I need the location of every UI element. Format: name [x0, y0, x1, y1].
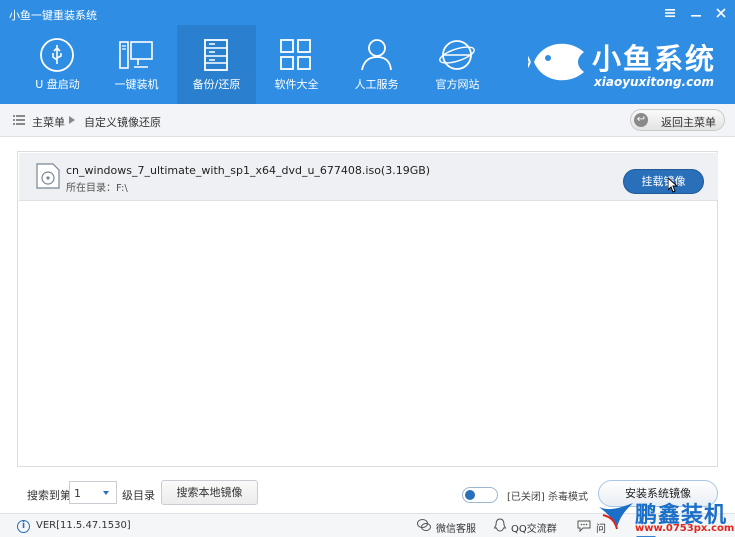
bird-logo-icon: [599, 503, 633, 530]
person-icon: [361, 39, 392, 71]
breadcrumb: 主菜单 自定义镜像还原: [0, 104, 735, 137]
brand-name: 小鱼系统: [592, 42, 717, 76]
kill-mode-label: [已关闭] 杀毒模式: [507, 492, 588, 503]
tab-label: 软件大全: [274, 78, 319, 91]
file-name: cn_windows_7_ultimate_with_sp1_x64_dvd_u…: [66, 164, 431, 177]
watermark-url: www.0753px.com: [635, 523, 735, 534]
back-button-label: 返回主菜单: [661, 116, 716, 129]
mouse-cursor-icon: [668, 178, 678, 193]
usb-icon: [40, 38, 74, 72]
breadcrumb-current: 自定义镜像还原: [84, 116, 161, 129]
tab-label: 备份/还原: [192, 78, 241, 91]
toggle-knob: [465, 490, 475, 500]
chevron-right-icon: [69, 116, 75, 124]
info-icon: i: [17, 520, 30, 533]
tab-u-disk-boot[interactable]: U 盘启动: [18, 25, 97, 104]
directory-level-select[interactable]: 1: [69, 481, 117, 504]
tab-label: 官方网站: [435, 78, 480, 91]
list-item[interactable]: cn_windows_7_ultimate_with_sp1_x64_dvd_u…: [19, 153, 718, 201]
wechat-icon: [417, 519, 431, 531]
tab-one-click-install[interactable]: 一键装机: [97, 25, 176, 104]
kill-mode-toggle[interactable]: [462, 487, 498, 503]
search-suffix-label: 级目录: [122, 489, 155, 502]
grid-apps-icon: [280, 39, 311, 70]
qq-group-link[interactable]: QQ交流群: [511, 520, 557, 535]
app-title: 小鱼一键重装系统: [9, 9, 97, 22]
watermark: 鹏鑫装机网 www.0753px.com: [597, 497, 735, 537]
breadcrumb-main-menu[interactable]: 主菜单: [32, 114, 65, 130]
search-local-image-button[interactable]: 搜索本地镜像: [161, 480, 258, 505]
globe-icon: [439, 40, 475, 70]
brand-url: xiaoyuxitong.com: [594, 75, 714, 89]
disc-image-icon: [36, 163, 60, 189]
close-icon[interactable]: [714, 6, 728, 20]
chat-bubble-icon: [577, 520, 591, 532]
tab-manual-service[interactable]: 人工服务: [337, 25, 416, 104]
tab-backup-restore[interactable]: 备份/还原: [177, 25, 256, 104]
tab-official-site[interactable]: 官方网站: [418, 25, 497, 104]
version-label: VER[11.5.47.1530]: [36, 520, 131, 531]
computer-icon: [119, 41, 153, 69]
image-list-panel: cn_windows_7_ultimate_with_sp1_x64_dvd_u…: [17, 151, 718, 467]
back-to-main-button[interactable]: ↩ 返回主菜单: [630, 109, 725, 131]
back-arrow-icon: ↩: [634, 113, 648, 127]
tab-label: U 盘启动: [35, 78, 80, 91]
brand-logo: 小鱼系统 xiaoyuxitong.com: [528, 32, 723, 96]
server-icon: [204, 39, 228, 71]
fish-icon: [528, 43, 584, 81]
minimize-icon[interactable]: [689, 6, 703, 20]
list-icon: [13, 115, 25, 125]
menu-icon[interactable]: [663, 6, 677, 20]
mount-image-button[interactable]: 挂载镜像: [623, 169, 704, 194]
tab-label: 人工服务: [354, 78, 399, 91]
wechat-support-link[interactable]: 微信客服: [436, 520, 476, 535]
header-bar: 小鱼一键重装系统 U 盘启动 一键装机 备份/还原 软件大全 人工服务 官方网站…: [0, 0, 735, 104]
tab-label: 一键装机: [114, 78, 159, 91]
chevron-down-icon: [103, 491, 109, 495]
file-directory: 所在目录：F:\: [66, 183, 128, 194]
qq-icon: [493, 518, 507, 532]
directory-level-value: 1: [74, 487, 81, 500]
search-prefix-label: 搜索到第: [27, 489, 71, 502]
tab-software[interactable]: 软件大全: [257, 25, 336, 104]
